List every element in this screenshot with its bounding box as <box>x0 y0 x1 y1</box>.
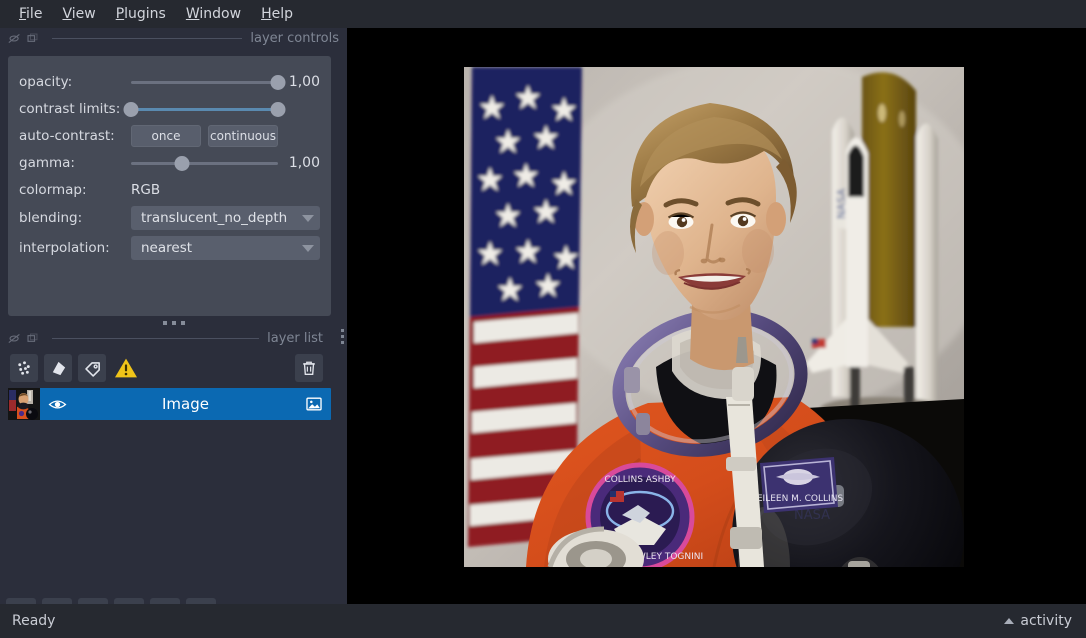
layer-controls-titlebar: layer controls <box>0 28 347 48</box>
blending-label: blending: <box>19 210 83 226</box>
warning-icon <box>114 356 138 380</box>
delete-layer-button[interactable] <box>295 354 323 382</box>
eye-icon <box>48 395 67 414</box>
gamma-row: gamma: 1,00 <box>19 149 320 176</box>
layer-list-title: layer list <box>267 330 323 346</box>
menu-window-label-rest: indow <box>199 6 242 22</box>
layer-visibility-toggle[interactable] <box>40 395 74 414</box>
contrast-limits-low-handle[interactable] <box>123 101 139 117</box>
labels-icon <box>83 359 102 378</box>
shapes-icon <box>49 359 68 378</box>
layer-buttons-row <box>0 348 347 384</box>
contrast-limits-label: contrast limits: <box>19 100 121 117</box>
contrast-limits-fill <box>131 107 278 111</box>
interpolation-value: nearest <box>141 240 193 256</box>
status-message: Ready <box>12 613 56 629</box>
menu-file[interactable]: File <box>10 3 51 25</box>
blending-value: translucent_no_depth <box>141 210 288 226</box>
napari-viewer-window: File View Plugins Window Help layer cont… <box>0 0 1086 638</box>
float-icon[interactable] <box>8 332 21 345</box>
new-shapes-layer-button[interactable] <box>44 354 72 382</box>
colormap-value: RGB <box>131 181 161 198</box>
layer-name-label[interactable]: Image <box>74 395 297 413</box>
float-icon[interactable] <box>8 32 21 45</box>
auto-contrast-label: auto-contrast: <box>19 127 115 144</box>
layer-controls-title: layer controls <box>250 30 339 46</box>
chevron-up-icon <box>1004 618 1015 624</box>
titlebar-rule <box>52 37 243 39</box>
layer-list-item[interactable]: Image <box>8 388 331 420</box>
gamma-slider-handle[interactable] <box>174 155 190 171</box>
trash-icon <box>300 359 318 377</box>
opacity-slider-handle[interactable] <box>270 74 286 90</box>
svg-text:EILEEN M. COLLINS: EILEEN M. COLLINS <box>757 494 844 504</box>
menu-file-label-rest: ile <box>26 6 43 22</box>
interpolation-label: interpolation: <box>19 240 110 256</box>
menu-help[interactable]: Help <box>252 3 302 25</box>
layer-list-area: layer list Image <box>0 328 347 588</box>
viewer-canvas[interactable]: NASA NASA COLLINS ASHBY TOGNINI EILEEN M… <box>347 28 1086 604</box>
svg-text:COLLINS ASHBY: COLLINS ASHBY <box>604 475 676 485</box>
interpolation-combobox[interactable]: nearest <box>131 236 320 260</box>
opacity-label: opacity: <box>19 73 73 90</box>
activity-label: activity <box>1020 613 1072 629</box>
opacity-track <box>131 80 278 84</box>
menu-help-label-rest: elp <box>271 6 293 22</box>
warning-button[interactable] <box>112 354 140 382</box>
interpolation-row: interpolation: nearest <box>19 233 320 263</box>
contrast-limits-slider[interactable] <box>123 101 286 117</box>
gamma-track <box>131 161 278 165</box>
titlebar-rule <box>52 337 260 339</box>
colormap-label: colormap: <box>19 181 87 198</box>
menu-plugins-label-rest: lugins <box>124 6 166 22</box>
gamma-label: gamma: <box>19 154 75 171</box>
menu-view-label-rest: iew <box>71 6 96 22</box>
menu-view[interactable]: View <box>53 3 104 25</box>
auto-contrast-continuous-button[interactable]: continuous <box>208 124 278 147</box>
activity-toggle[interactable]: activity <box>1004 613 1072 629</box>
points-icon <box>15 359 34 378</box>
gamma-value: 1,00 <box>288 154 320 171</box>
layer-list-titlebar: layer list <box>0 328 347 348</box>
status-bar: Ready activity <box>0 604 1086 638</box>
image-icon <box>305 395 323 413</box>
auto-contrast-row: auto-contrast: once continuous <box>19 122 320 149</box>
contrast-limits-high-handle[interactable] <box>270 101 286 117</box>
new-labels-layer-button[interactable] <box>78 354 106 382</box>
layer-thumbnail <box>8 388 40 420</box>
svg-text:NASA: NASA <box>835 188 848 219</box>
menu-window[interactable]: Window <box>177 3 250 25</box>
contrast-limits-row: contrast limits: <box>19 95 320 122</box>
svg-text:NASA: NASA <box>794 508 830 523</box>
blending-combobox[interactable]: translucent_no_depth <box>131 206 320 230</box>
menu-bar: File View Plugins Window Help <box>0 0 1086 28</box>
blending-row: blending: translucent_no_depth <box>19 203 320 233</box>
new-points-layer-button[interactable] <box>10 354 38 382</box>
menu-plugins[interactable]: Plugins <box>107 3 175 25</box>
layer-type-badge <box>297 395 331 413</box>
dock-options-icon[interactable] <box>341 329 344 344</box>
gamma-slider[interactable] <box>131 155 278 171</box>
close-dock-icon[interactable] <box>26 332 39 345</box>
opacity-slider[interactable] <box>131 74 286 90</box>
layer-controls-panel: opacity: 1,00 contrast limits: auto-cont… <box>8 56 331 316</box>
chevron-down-icon <box>302 214 314 222</box>
opacity-row: opacity: 1,00 <box>19 68 320 95</box>
image-layer-render: NASA NASA COLLINS ASHBY TOGNINI EILEEN M… <box>464 67 964 567</box>
auto-contrast-once-button[interactable]: once <box>131 124 201 147</box>
close-dock-icon[interactable] <box>26 32 39 45</box>
astronaut-photo: NASA NASA COLLINS ASHBY TOGNINI EILEEN M… <box>464 67 964 567</box>
colormap-row: colormap: RGB <box>19 176 320 203</box>
opacity-value: 1,00 <box>288 73 320 90</box>
left-dock: layer controls opacity: 1,00 contrast li… <box>0 28 347 628</box>
chevron-down-icon <box>302 244 314 252</box>
